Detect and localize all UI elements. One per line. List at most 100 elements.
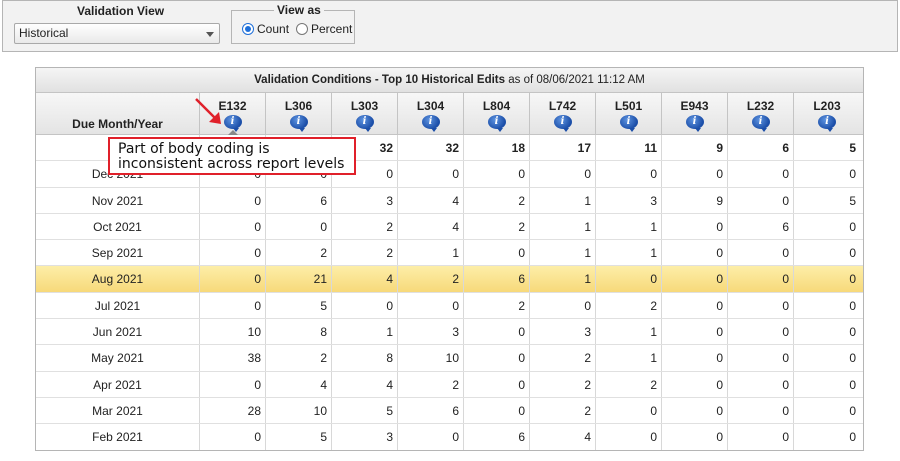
value-cell: 2 (266, 345, 332, 371)
value-cell: 5 (266, 292, 332, 319)
info-icon[interactable]: i (289, 115, 308, 132)
column-code[interactable]: L804 (464, 93, 529, 113)
column-header-l304: L304 i (398, 93, 464, 135)
value-cell: 1 (596, 240, 662, 266)
table-row: Sep 2021 0 2 2 1 0 1 1 0 0 0 (36, 240, 863, 267)
value-cell: 1 (530, 240, 596, 266)
value-cell: 0 (266, 213, 332, 240)
value-cell: 38 (200, 345, 266, 371)
info-icon[interactable]: i (685, 115, 704, 132)
value-cell: 3 (530, 319, 596, 345)
table-row: Oct 2021 0 0 2 4 2 1 1 0 6 0 (36, 213, 863, 241)
view-as-label: View as (274, 3, 324, 17)
due-month-cell: May 2021 (36, 345, 200, 371)
value-cell: 0 (200, 424, 266, 450)
value-cell: 0 (662, 424, 728, 450)
validation-view-select[interactable]: Historical (14, 23, 220, 44)
info-icon[interactable]: i (421, 115, 440, 132)
value-cell: 0 (662, 319, 728, 345)
value-cell: 10 (398, 345, 464, 371)
value-cell: 0 (728, 240, 794, 266)
column-header-l203: L203 i (794, 93, 860, 135)
value-cell: 0 (596, 424, 662, 450)
radio-percent-label: Percent (311, 22, 353, 36)
value-cell: 0 (200, 213, 266, 240)
value-cell: 0 (464, 240, 530, 266)
value-cell: 2 (266, 240, 332, 266)
due-month-cell: Sep 2021 (36, 240, 200, 266)
value-cell: 0 (849, 351, 856, 366)
info-icon[interactable]: i (487, 115, 506, 132)
radio-count-indicator[interactable] (242, 23, 254, 35)
value-cell: 4 (398, 213, 464, 240)
value-cell: 6 (266, 187, 332, 213)
table-row: Apr 2021 0 4 4 2 0 2 2 0 0 0 (36, 371, 863, 398)
value-cell: 0 (662, 213, 728, 240)
value-cell: 1 (596, 345, 662, 371)
value-cell: 4 (530, 424, 596, 450)
column-code[interactable]: E943 (662, 93, 727, 113)
value-cell: 1 (596, 319, 662, 345)
column-code[interactable]: L742 (530, 93, 595, 113)
value-cell: 2 (464, 187, 530, 213)
info-icon[interactable]: i (619, 115, 638, 132)
radio-percent-indicator[interactable] (296, 23, 308, 35)
value-cell: 5 (849, 193, 856, 208)
value-cell: 0 (662, 371, 728, 397)
value-cell: 5 (332, 397, 398, 424)
radio-count[interactable]: Count (242, 22, 289, 36)
value-cell: 0 (200, 187, 266, 213)
validation-view-value: Historical (19, 26, 69, 40)
radio-percent[interactable]: Percent (296, 22, 352, 36)
due-month-cell: Jul 2021 (36, 292, 200, 319)
info-icon[interactable]: i (818, 115, 836, 132)
info-icon[interactable]: i (553, 115, 572, 132)
value-cell: 1 (398, 240, 464, 266)
value-cell: 2 (398, 371, 464, 397)
value-cell: 0 (596, 266, 662, 292)
table-row: Aug 2021 0 21 4 2 6 1 0 0 0 0 (36, 266, 863, 293)
column-code[interactable]: L304 (398, 93, 463, 113)
value-cell: 1 (596, 213, 662, 240)
annotation-arrow (195, 98, 221, 124)
table-body: T3232181711965Dec 20210000000000Nov 2021… (36, 135, 863, 450)
value-cell: 0 (596, 397, 662, 424)
due-month-cell: Apr 2021 (36, 371, 200, 397)
value-cell: 5 (849, 141, 856, 155)
value-cell: 32 (398, 135, 464, 161)
column-code[interactable]: L501 (596, 93, 661, 113)
value-cell: 21 (266, 266, 332, 292)
value-cell: 6 (464, 266, 530, 292)
value-cell: 6 (464, 424, 530, 450)
value-cell: 0 (464, 161, 530, 187)
column-code[interactable]: L303 (332, 93, 397, 113)
value-cell: 0 (464, 397, 530, 424)
value-cell: 0 (596, 161, 662, 187)
info-icon[interactable]: i (751, 115, 770, 132)
value-cell: 0 (398, 292, 464, 319)
info-icon[interactable]: i (355, 115, 374, 132)
value-cell: 28 (200, 397, 266, 424)
value-cell: 0 (728, 371, 794, 397)
column-header-l742: L742 i (530, 93, 596, 135)
value-cell: 0 (728, 345, 794, 371)
column-header-l804: L804 i (464, 93, 530, 135)
column-code[interactable]: L232 (728, 93, 793, 113)
value-cell: 8 (266, 319, 332, 345)
value-cell: 3 (596, 187, 662, 213)
column-header-l232: L232 i (728, 93, 794, 135)
value-cell: 0 (662, 266, 728, 292)
value-cell: 0 (200, 371, 266, 397)
value-cell: 10 (266, 397, 332, 424)
value-cell: 1 (530, 213, 596, 240)
value-cell: 2 (332, 240, 398, 266)
value-cell: 0 (530, 161, 596, 187)
value-cell: 9 (662, 135, 728, 161)
column-code[interactable]: L203 (794, 93, 860, 113)
value-cell: 2 (530, 371, 596, 397)
column-code[interactable]: L306 (266, 93, 331, 113)
table-row: Jul 2021 0 5 0 0 2 0 2 0 0 0 (36, 292, 863, 320)
annotation-callout: Part of body coding is inconsistent acro… (108, 137, 356, 175)
table-title-main: Validation Conditions - Top 10 Historica… (254, 74, 506, 86)
value-cell: 2 (596, 371, 662, 397)
